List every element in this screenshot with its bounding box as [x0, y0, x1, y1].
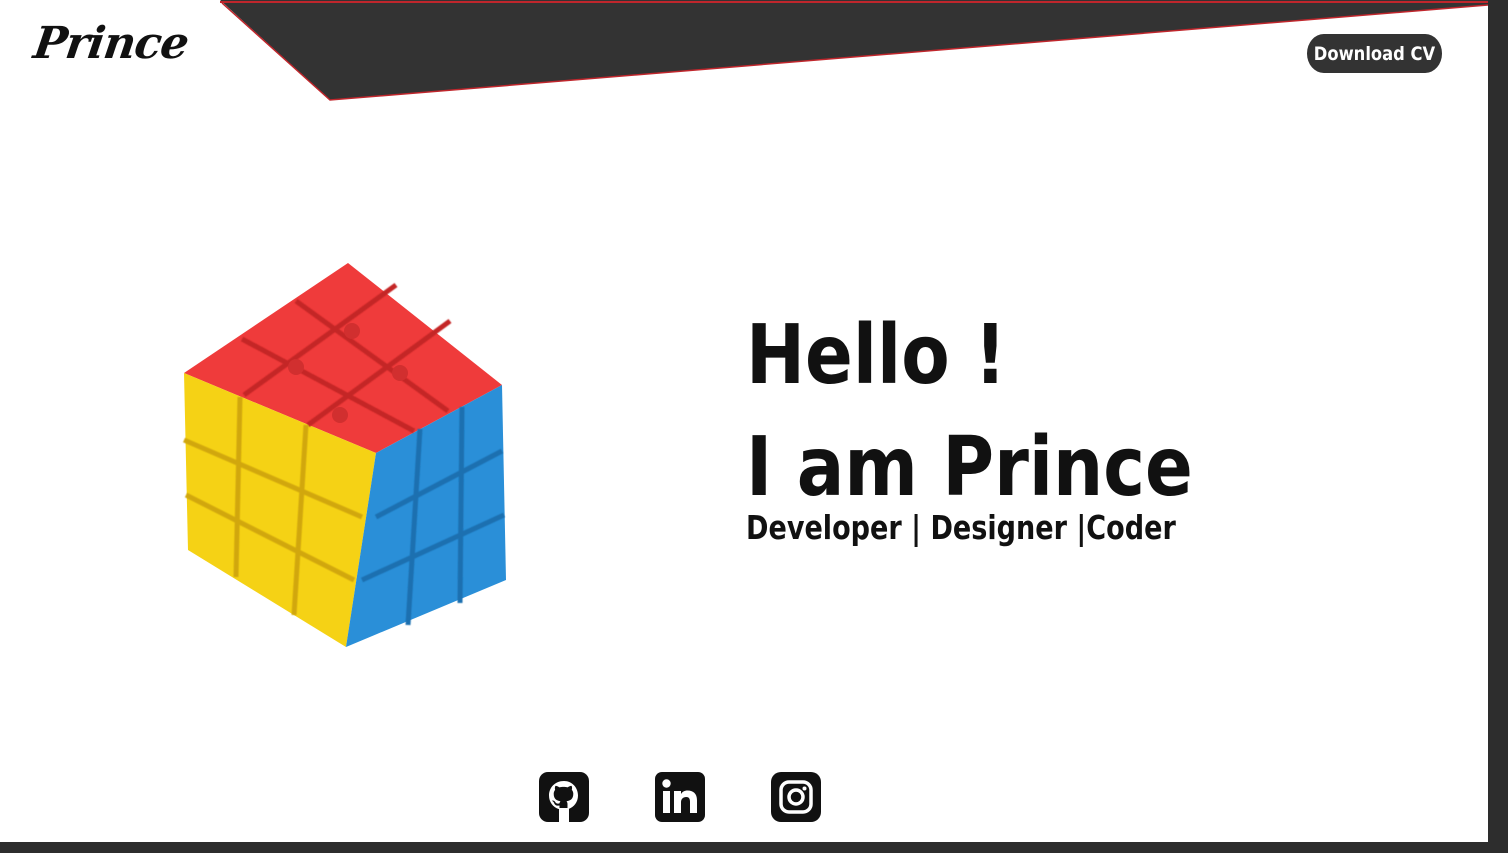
header-banner: [220, 0, 1488, 101]
portfolio-page: Prince Download CV Hello ! I am Prince D…: [0, 0, 1488, 842]
linkedin-icon: [655, 772, 705, 822]
greeting-heading: Hello !: [746, 308, 1007, 403]
hero-heading: Hello ! I am Prince: [746, 300, 1266, 524]
instagram-icon: [771, 772, 821, 822]
roles-subtitle: Developer | Designer |Coder: [746, 508, 1176, 547]
github-link[interactable]: [539, 772, 589, 822]
logo[interactable]: Prince: [30, 18, 191, 69]
rubiks-cube-image: [183, 263, 506, 647]
download-cv-button[interactable]: Download CV: [1306, 34, 1443, 73]
instagram-link[interactable]: [771, 772, 821, 822]
frame-bottom-border: [0, 842, 1508, 853]
linkedin-link[interactable]: [655, 772, 705, 822]
frame-right-border: [1488, 0, 1508, 853]
github-icon: [539, 772, 589, 822]
